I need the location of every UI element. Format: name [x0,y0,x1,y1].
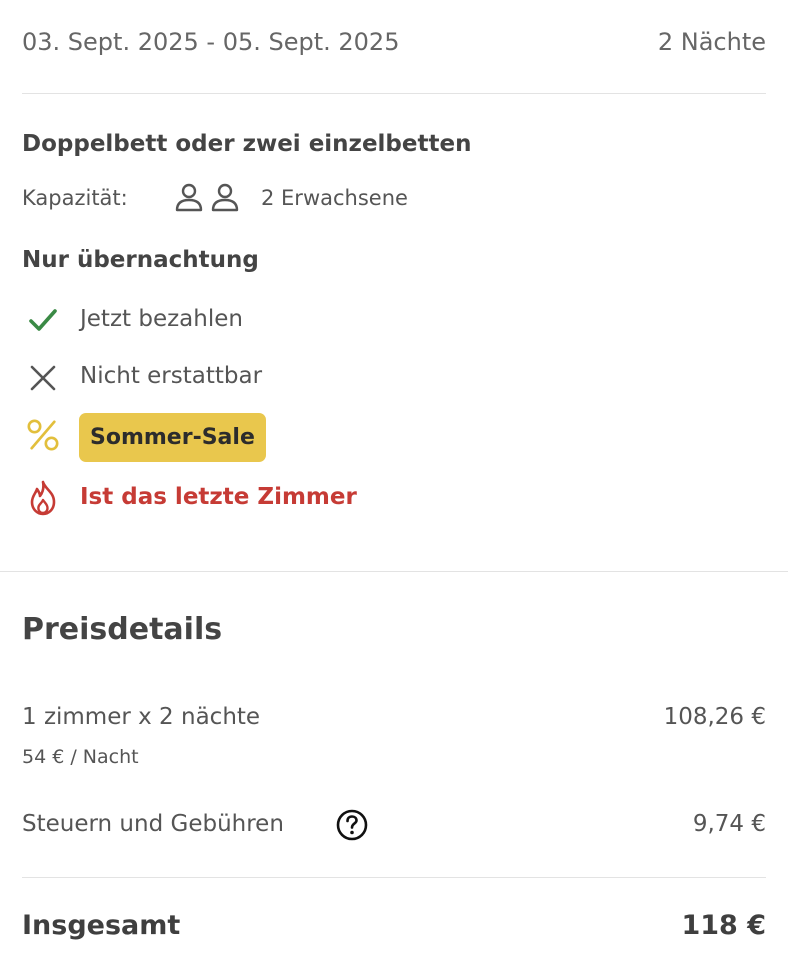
feature-non-refundable: Nicht erstattbar [80,363,263,389]
feature-pay-now: Jetzt bezahlen [80,306,243,332]
rooms-nights-value: 108,26 € [663,704,766,730]
taxes-label: Steuern und Gebühren [22,811,284,837]
booking-nights: 2 Nächte [657,28,766,56]
question-circle-icon[interactable] [335,808,369,842]
total-label: Insgesamt [22,910,181,941]
room-title: Doppelbett oder zwei einzelbetten [22,131,472,157]
booking-dates: 03. Sept. 2025 - 05. Sept. 2025 [22,28,400,56]
last-room-notice: Ist das letzte Zimmer [80,484,357,510]
divider [22,877,766,878]
promo-badge: Sommer-Sale [79,413,266,462]
price-details-title: Preisdetails [22,612,223,647]
percent-icon [26,418,60,452]
flame-icon [26,480,60,516]
taxes-value: 9,74 € [692,811,766,837]
per-night-price: 54 € / Nacht [22,746,139,768]
rooms-nights-label: 1 zimmer x 2 nächte [22,704,261,730]
divider [22,93,766,94]
capacity-label: Kapazität: [22,186,128,210]
x-icon [26,361,60,395]
total-value: 118 € [681,910,766,941]
capacity-value: 2 Erwachsene [261,186,408,210]
check-icon [26,304,60,338]
board-type: Nur übernachtung [22,247,259,273]
section-divider [0,571,788,572]
two-persons-icon [174,182,242,216]
